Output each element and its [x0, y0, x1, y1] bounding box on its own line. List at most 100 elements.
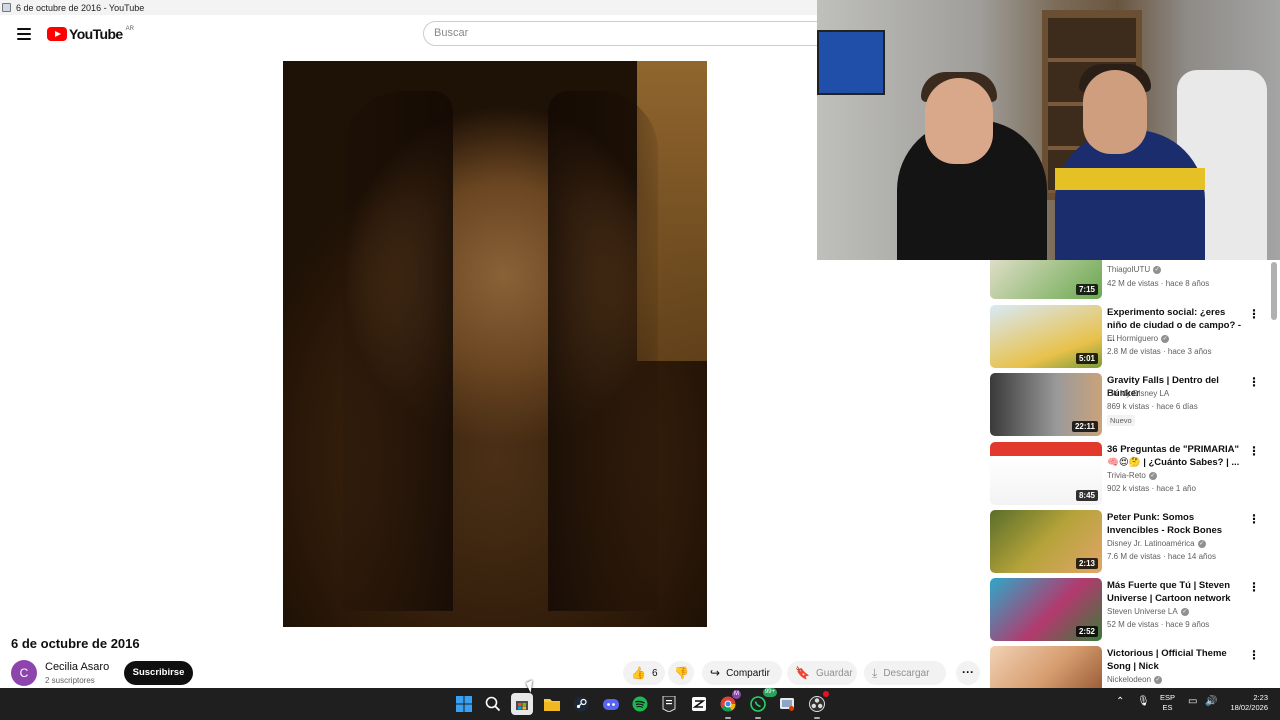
thumbs-down-icon: 👎 — [674, 666, 689, 680]
channel-name[interactable]: El Hormiguero ✓ — [1107, 334, 1170, 343]
more-options-icon[interactable]: ⋮ — [1248, 444, 1260, 458]
clock[interactable]: 2:23 18/02/2026 — [1224, 693, 1268, 713]
video-thumbnail[interactable]: 22:11 — [990, 373, 1102, 436]
recommendation-item[interactable]: Victorious | Official Theme Song | Nick … — [990, 646, 1270, 688]
recommendation-item[interactable]: 8:45 36 Preguntas de "PRIMARIA" 🧠😍🤔 | ¿C… — [990, 442, 1270, 506]
video-thumbnail[interactable] — [990, 646, 1102, 688]
more-options-icon[interactable]: ⋮ — [1248, 580, 1260, 594]
verified-icon: ✓ — [1153, 265, 1162, 274]
search-icon[interactable] — [482, 693, 504, 715]
menu-icon[interactable] — [17, 28, 31, 40]
video-title[interactable]: 36 Preguntas de "PRIMARIA" 🧠😍🤔 | ¿Cuánto… — [1107, 443, 1242, 469]
video-meta: 2.8 M de vistas · hace 3 años — [1107, 347, 1212, 356]
channel-name[interactable]: Steven Universe LA ✓ — [1107, 607, 1189, 616]
save-label: Guardar — [815, 667, 853, 679]
obs-icon[interactable] — [806, 691, 829, 719]
verified-icon: ✓ — [1148, 471, 1157, 480]
share-button[interactable]: ↪ Compartir — [702, 661, 782, 685]
like-button[interactable]: 👍 6 — [623, 661, 665, 685]
video-title[interactable]: Peter Punk: Somos Invencibles - Rock Bon… — [1107, 511, 1242, 537]
share-icon: ↪ — [710, 666, 721, 680]
video-meta: 869 k vistas · hace 6 días — [1107, 402, 1198, 411]
more-options-icon[interactable]: ⋮ — [1248, 648, 1260, 662]
channel-name[interactable]: Nickelodeon ✓ — [1107, 675, 1163, 684]
recommendation-item[interactable]: 7:15 ThiagoIUTU ✓ 42 M de vistas · hace 8… — [990, 260, 1270, 300]
channel-name[interactable]: Disney Jr. Latinoamérica ✓ — [1107, 539, 1206, 548]
steam-icon[interactable] — [570, 693, 592, 715]
epic-games-icon[interactable] — [658, 693, 680, 715]
download-button[interactable]: ⤓ Descargar — [864, 661, 946, 685]
start-icon[interactable] — [453, 693, 475, 715]
chrome-icon[interactable]: M — [717, 690, 741, 719]
epic-launcher-icon[interactable] — [688, 693, 710, 715]
spotify-icon[interactable] — [629, 693, 651, 715]
network-icon[interactable]: ▭ — [1188, 696, 1197, 707]
duration-badge: 2:13 — [1075, 558, 1098, 569]
youtube-logo[interactable]: YouTube AR — [47, 26, 134, 42]
subscriber-count: 2 suscriptores — [45, 676, 95, 685]
more-actions-icon[interactable]: ··· — [956, 661, 980, 685]
profile-badge: M — [732, 690, 741, 699]
discord-icon[interactable] — [600, 693, 622, 715]
verified-icon: ✓ — [1180, 607, 1189, 616]
window-title: 6 de octubre de 2016 - YouTube — [16, 2, 145, 13]
search-input[interactable]: Buscar — [423, 21, 817, 46]
youtube-play-icon — [47, 27, 67, 41]
channel-avatar[interactable]: C — [11, 660, 37, 686]
dislike-button[interactable]: 👎 — [668, 661, 694, 685]
video-thumbnail[interactable]: 2:52 — [990, 578, 1102, 641]
channel-label: Nickelodeon — [1107, 675, 1152, 684]
more-options-icon[interactable]: ⋮ — [1248, 375, 1260, 389]
channel-label: ThiagoIUTU — [1107, 265, 1151, 274]
video-meta: 42 M de vistas · hace 8 años — [1107, 279, 1210, 288]
duration-badge: 2:52 — [1075, 626, 1098, 637]
language-indicator[interactable]: ESP ES — [1160, 693, 1175, 713]
channel-name[interactable]: Trivia-Reto ✓ — [1107, 471, 1157, 480]
store-icon[interactable] — [511, 693, 533, 715]
video-meta: 52 M de vistas · hace 9 años — [1107, 620, 1210, 629]
video-title[interactable]: Victorious | Official Theme Song | Nick — [1107, 647, 1242, 673]
whatsapp-icon[interactable]: 99+ — [747, 688, 777, 719]
thumbs-up-icon: 👍 — [631, 666, 646, 680]
duration-badge: 5:01 — [1075, 353, 1098, 364]
verified-icon: ✓ — [1197, 539, 1206, 548]
file-explorer-icon[interactable] — [541, 693, 563, 715]
webcam-overlay — [817, 0, 1280, 260]
recommendation-item[interactable]: 2:13 Peter Punk: Somos Invencibles - Roc… — [990, 510, 1270, 574]
snipping-tool-icon[interactable] — [776, 693, 798, 715]
window-icon — [2, 3, 11, 12]
video-thumbnail[interactable]: 8:45 — [990, 442, 1102, 505]
duration-badge: 22:11 — [1071, 421, 1098, 432]
video-thumbnail[interactable]: 7:15 — [990, 260, 1102, 299]
channel-name[interactable]: Cecilia Asaro — [45, 661, 109, 673]
video-player[interactable] — [283, 61, 707, 627]
recommendations-list: 7:15 ThiagoIUTU ✓ 42 M de vistas · hace 8… — [990, 260, 1272, 688]
video-thumbnail[interactable]: 5:01 — [990, 305, 1102, 368]
download-icon: ⤓ — [872, 665, 878, 680]
recommendation-item[interactable]: 22:11 Gravity Falls | Dentro del Búnker … — [990, 373, 1270, 437]
like-count: 6 — [651, 667, 658, 679]
video-title[interactable]: Más Fuerte que Tú | Steven Universe | Ca… — [1107, 579, 1242, 605]
region-code: ES — [1162, 703, 1173, 712]
verified-icon: ✓ — [1154, 675, 1163, 684]
verified-icon: ✓ — [1161, 334, 1170, 343]
channel-label: Disney Jr. Latinoamérica — [1107, 539, 1195, 548]
recommendation-item[interactable]: 2:52 Más Fuerte que Tú | Steven Universe… — [990, 578, 1270, 642]
subscribe-button[interactable]: Suscribirse — [124, 661, 193, 685]
windows-taskbar: M 99+ ⌃ 🎙 ESP ES ▭ 🔊 2:23 18/02/2026 — [0, 688, 1280, 720]
channel-name[interactable]: Oh My Disney LA — [1107, 389, 1169, 398]
video-thumbnail[interactable]: 2:13 — [990, 510, 1102, 573]
more-options-icon[interactable]: ⋮ — [1248, 307, 1260, 321]
recommendation-item[interactable]: 5:01 Experimento social: ¿eres niño de c… — [990, 305, 1270, 369]
save-button[interactable]: 🔖 Guardar — [787, 661, 857, 685]
more-options-icon[interactable]: ⋮ — [1248, 512, 1260, 526]
scrollbar-thumb[interactable] — [1271, 262, 1277, 320]
volume-icon[interactable]: 🔊 — [1205, 696, 1217, 707]
microphone-icon[interactable]: 🎙 — [1137, 696, 1150, 707]
channel-name[interactable]: ThiagoIUTU ✓ — [1107, 265, 1162, 274]
chevron-up-icon[interactable]: ⌃ — [1116, 696, 1124, 707]
duration-badge: 8:45 — [1075, 490, 1098, 501]
channel-label: El Hormiguero — [1107, 334, 1159, 343]
bookmark-icon: 🔖 — [795, 666, 810, 680]
recording-indicator — [823, 691, 829, 697]
